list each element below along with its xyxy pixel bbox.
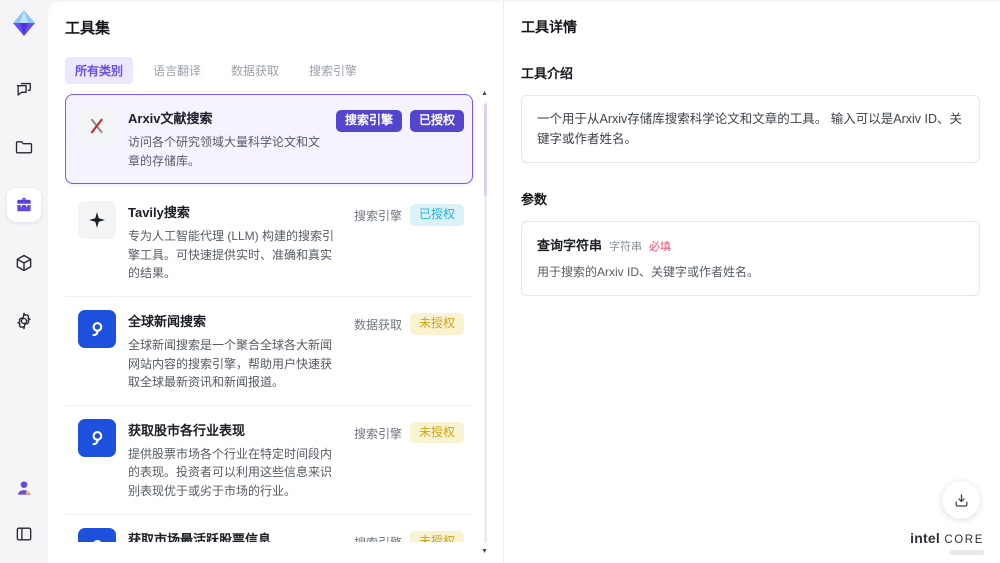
list-scrollbar[interactable]: ▲ ▼ [481, 90, 488, 555]
tool-detail-panel: 工具详情 工具介绍 一个用于从Arxiv存储库搜索科学论文和文章的工具。 输入可… [503, 2, 1000, 563]
tool-card[interactable]: Tavily搜索 专为人工智能代理 (LLM) 构建的搜索引擎工具。可快速提供实… [65, 188, 473, 297]
download-button[interactable] [942, 481, 980, 519]
scroll-up-icon[interactable]: ▲ [481, 90, 488, 97]
intro-text: 一个用于从Arxiv存储库搜索科学论文和文章的工具。 输入可以是Arxiv ID… [537, 112, 963, 146]
intel-sub-badge [950, 550, 984, 555]
category-tab[interactable]: 语言翻译 [143, 57, 211, 84]
intel-wordmark: intel [910, 530, 940, 546]
tool-card-text: 获取市场最活跃股票信息 提供当天交易量最高的股票列表。投资者可以利用这些信息来识… [128, 528, 342, 542]
tool-name: Arxiv文献搜索 [128, 111, 213, 126]
tool-auth-badge: 未授权 [409, 421, 464, 444]
tool-auth-badge: 已授权 [409, 110, 464, 132]
category-tabs: 所有类别 语言翻译 数据获取 搜索引擎 [65, 57, 503, 84]
tool-tags: 搜索引擎 已授权 [335, 107, 464, 170]
tool-tags: 搜索引擎 未授权 [354, 419, 464, 501]
tool-description: 全球新闻搜索是一个聚合全球各大新闻网站内容的搜索引擎，帮助用户快速获取全球最新资… [128, 337, 333, 390]
tool-description: 专为人工智能代理 (LLM) 构建的搜索引擎工具。可快速提供实时、准确和真实的结… [128, 229, 335, 281]
tool-category-tag: 搜索引擎 [354, 531, 402, 542]
tool-category-tag: 搜索引擎 [353, 209, 402, 224]
tool-tags: 搜索引擎 未授权 [354, 528, 464, 542]
main-surface: 工具集 所有类别 语言翻译 数据获取 搜索引擎 Arxiv文献搜索 访问各个研究… [48, 2, 1000, 563]
nav-rail [0, 0, 48, 563]
tool-list: Arxiv文献搜索 访问各个研究领域大量科学论文和文章的存储库。 搜索引擎 已授… [65, 94, 503, 542]
intro-box: 一个用于从Arxiv存储库搜索科学论文和文章的工具。 输入可以是Arxiv ID… [521, 95, 980, 163]
param-type: 字符串 [609, 241, 643, 253]
tavily-logo-icon [78, 201, 116, 240]
param-name: 查询字符串 [537, 238, 603, 253]
category-tab-label: 所有类别 [75, 64, 124, 78]
tool-name: Tavily搜索 [128, 205, 190, 221]
folder-icon[interactable] [7, 130, 41, 164]
settings-icon[interactable] [7, 304, 41, 338]
tool-name: 全球新闻搜索 [128, 313, 207, 329]
category-tab-label: 搜索引擎 [309, 64, 358, 78]
param-required-badge: 必填 [649, 241, 672, 253]
tool-category-tag: 数据获取 [353, 317, 402, 332]
tool-card[interactable]: 全球新闻搜索 全球新闻搜索是一个聚合全球各大新闻网站内容的搜索引擎，帮助用户快速… [65, 297, 473, 406]
tool-card[interactable]: 获取股市各行业表现 提供股票市场各个行业在特定时间段内的表现。投资者可以利用这些… [65, 406, 473, 515]
tool-auth-badge: 未授权 [409, 312, 464, 335]
tool-description: 提供股票市场各个行业在特定时间段内的表现。投资者可以利用这些信息来识别表现优于或… [128, 446, 333, 498]
toolbox-icon[interactable] [7, 188, 41, 222]
tool-tags: 数据获取 未授权 [354, 310, 464, 392]
user-avatar-icon[interactable] [7, 471, 41, 505]
tool-card-text: 获取股市各行业表现 提供股票市场各个行业在特定时间段内的表现。投资者可以利用这些… [128, 419, 342, 501]
tool-card[interactable]: Arxiv文献搜索 访问各个研究领域大量科学论文和文章的存储库。 搜索引擎 已授… [65, 94, 473, 185]
tool-description: 访问各个研究领域大量科学论文和文章的存储库。 [128, 135, 321, 168]
global-news-logo-icon [78, 309, 116, 348]
tool-card-text: Arxiv文献搜索 访问各个研究领域大量科学论文和文章的存储库。 [128, 107, 324, 170]
tool-auth-badge: 已授权 [409, 204, 464, 226]
tool-category-tag: 搜索引擎 [353, 426, 402, 441]
category-tab-label: 数据获取 [231, 64, 280, 78]
tool-card-text: 全球新闻搜索 全球新闻搜索是一个聚合全球各大新闻网站内容的搜索引擎，帮助用户快速… [128, 310, 342, 392]
detail-title: 工具详情 [521, 19, 577, 35]
category-tab[interactable]: 所有类别 [65, 57, 134, 84]
stock-tool-logo-icon [78, 527, 116, 542]
tool-list-panel: 工具集 所有类别 语言翻译 数据获取 搜索引擎 Arxiv文献搜索 访问各个研究… [48, 2, 503, 563]
stock-tool-logo-icon [78, 418, 116, 457]
tool-name: 获取股市各行业表现 [128, 422, 246, 438]
tool-card-text: Tavily搜索 专为人工智能代理 (LLM) 构建的搜索引擎工具。可快速提供实… [128, 201, 342, 283]
cube-icon[interactable] [7, 246, 41, 280]
intel-core-logo: intel CORE [910, 530, 984, 555]
tool-tags: 搜索引擎 已授权 [354, 201, 464, 283]
scrollbar-thumb[interactable] [484, 104, 487, 196]
category-tab[interactable]: 数据获取 [221, 57, 289, 84]
param-desc: 用于搜索的Arxiv ID、关键字或作者姓名。 [537, 265, 760, 279]
core-wordmark: CORE [944, 534, 984, 546]
app-window: 工具集 所有类别 语言翻译 数据获取 搜索引擎 Arxiv文献搜索 访问各个研究… [0, 0, 1000, 563]
tool-card[interactable]: 获取市场最活跃股票信息 提供当天交易量最高的股票列表。投资者可以利用这些信息来识… [65, 515, 473, 542]
tool-name: 获取市场最活跃股票信息 [128, 531, 272, 542]
panel-toggle-icon[interactable] [7, 517, 41, 551]
page-title: 工具集 [65, 20, 111, 37]
params-heading: 参数 [521, 192, 548, 207]
app-logo-icon [9, 8, 39, 38]
rail-nav [7, 72, 41, 338]
tool-auth-badge: 未授权 [409, 530, 464, 542]
param-head: 查询字符串 字符串 必填 [537, 235, 964, 254]
scroll-down-icon[interactable]: ▼ [481, 548, 488, 555]
category-tab[interactable]: 搜索引擎 [299, 57, 367, 84]
chat-icon[interactable] [7, 72, 41, 106]
rail-bottom [7, 471, 41, 563]
param-box: 查询字符串 字符串 必填 用于搜索的Arxiv ID、关键字或作者姓名。 [521, 221, 980, 296]
intro-heading: 工具介绍 [521, 66, 574, 81]
category-tab-label: 语言翻译 [153, 64, 202, 78]
arxiv-logo-icon [78, 107, 116, 145]
tool-category-tag: 搜索引擎 [335, 110, 402, 132]
